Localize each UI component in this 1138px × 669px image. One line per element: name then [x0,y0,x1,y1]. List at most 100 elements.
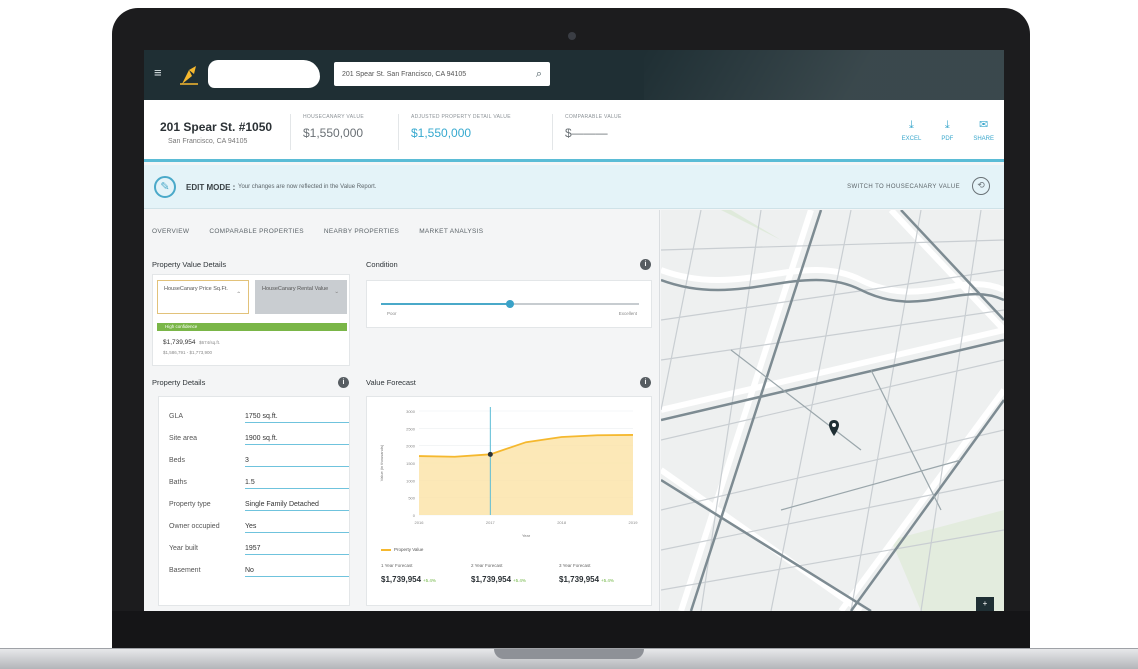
detail-row: GLA 1750 sq.ft. [169,409,349,425]
detail-key: Owner occupied [169,523,220,530]
detail-value[interactable]: Single Family Detached [245,501,349,511]
forecast-value: $1,739,954 +5.4% [471,575,526,584]
property-address: 201 Spear St. #1050 San Francisco, CA 94… [160,120,272,145]
x-tick-label: 2017 [486,520,496,525]
forecast-label: 3 Year Forecast [559,563,591,568]
metric-comparable-value: COMPARABLE VALUE $——— [552,114,622,150]
rental-value-select[interactable]: HouseCanary Rental Value ˇ [255,280,347,314]
street-map [661,210,1004,611]
metric-value: $——— [565,126,608,140]
property-header: 201 Spear St. #1050 San Francisco, CA 94… [144,100,1004,162]
forecast-amount: $1,739,954 [381,575,422,584]
search-icon[interactable]: ⌕ [536,68,542,81]
property-details-card: GLA 1750 sq.ft. Site area 1900 sq.ft. Beds… [158,396,350,606]
menu-icon[interactable]: ≡ [154,66,165,79]
map-control-button[interactable]: + [976,597,994,611]
y-tick-label: 1500 [406,461,416,466]
switch-icon[interactable]: ⟲ [972,177,990,195]
download-icon: ⤓ [944,119,950,131]
pdf-label: PDF [941,136,954,142]
detail-value[interactable]: No [245,567,349,577]
metric-label: COMPARABLE VALUE [565,114,622,120]
metric-value: $1,550,000 [303,126,364,140]
app-screen: ≡ 201 Spear St. San Francisco, CA 94105 … [144,50,1004,611]
location-pin-icon[interactable] [829,420,839,436]
search-input[interactable]: 201 Spear St. San Francisco, CA 94105 [342,71,536,78]
share-button[interactable]: ✉ SHARE [973,119,994,143]
estimated-value-amount: $1,739,954 [163,339,196,346]
excel-button[interactable]: ⤓ EXCEL [902,120,922,143]
mail-icon: ✉ [979,119,989,131]
legend-swatch [381,548,391,551]
y-tick-label: 500 [408,496,415,501]
metric-label: ADJUSTED PROPERTY DETAIL VALUE [411,114,511,120]
slider-handle[interactable] [506,300,514,308]
x-tick-label: 2018 [557,520,567,525]
camera-icon [568,32,576,40]
forecast-amount: $1,739,954 [471,575,512,584]
detail-value[interactable]: 3 [245,457,349,467]
laptop-bezel [112,611,1030,648]
detail-key: Property type [169,501,211,508]
pdf-button[interactable]: ⤓ PDF [941,119,954,143]
tab-market-analysis[interactable]: MARKET ANALYSIS [419,228,483,235]
x-tick-label: 2019 [629,520,639,525]
detail-key: Site area [169,435,198,442]
condition-low-label: Poor [387,311,397,316]
forecast-label: 1 Year Forecast [381,563,413,568]
y-tick-label: 0 [413,513,416,518]
detail-value[interactable]: 1.5 [245,479,349,489]
tab-nearby-properties[interactable]: NEARBY PROPERTIES [324,228,399,235]
series-point [487,451,493,457]
estimated-value-note: $674/sq.ft. [199,340,221,345]
slider-fill [381,303,510,305]
detail-row: Year built 1957 [169,541,349,557]
info-icon[interactable]: i [640,259,651,270]
switch-value-link[interactable]: SWITCH TO HOUSECANARY VALUE [847,184,960,190]
property-map[interactable]: + [661,210,1004,611]
info-icon[interactable]: i [338,377,349,388]
detail-key: Basement [169,567,201,574]
detail-row: Beds 3 [169,453,349,469]
info-icon[interactable]: i [640,377,651,388]
export-actions: ⤓ EXCEL ⤓ PDF ✉ SHARE [902,119,994,143]
report-pane: OVERVIEW COMPARABLE PROPERTIES NEARBY PR… [144,210,660,611]
search-box[interactable]: 201 Spear St. San Francisco, CA 94105 ⌕ [334,62,550,86]
metric-label: HOUSECANARY VALUE [303,114,364,120]
detail-value[interactable]: Yes [245,523,349,533]
value-forecast-card: 0 500 1000 1500 2000 2500 3000 2016 2017 2018 2019… [366,396,652,606]
tab-overview[interactable]: OVERVIEW [152,228,189,235]
metric-value: $1,550,000 [411,126,472,140]
detail-row: Owner occupied Yes [169,519,349,535]
forecast-chart: 0 500 1000 1500 2000 2500 3000 2016 2017 2018 2019… [379,407,639,538]
metric-adjusted-value[interactable]: ADJUSTED PROPERTY DETAIL VALUE $1,550,00… [398,114,511,150]
detail-value[interactable]: 1900 sq.ft. [245,435,349,445]
edit-mode-title: EDIT MODE : [186,183,236,192]
detail-key: GLA [169,413,184,420]
laptop-base [0,648,1138,669]
detail-row: Baths 1.5 [169,475,349,491]
detail-row: Site area 1900 sq.ft. [169,431,349,447]
x-axis-label: Year [522,533,531,538]
property-details-title: Property Details [152,378,206,387]
value-forecast-title: Value Forecast [366,378,416,387]
detail-value[interactable]: 1957 [245,545,349,555]
detail-value[interactable]: 1750 sq.ft. [245,413,349,423]
forecast-value: $1,739,954 +5.4% [381,575,436,584]
detail-row: Property type Single Family Detached [169,497,349,513]
estimated-value: $1,739,954 $674/sq.ft. [163,339,220,346]
select-label: HouseCanary Rental Value [262,286,329,292]
tab-comparable-properties[interactable]: COMPARABLE PROPERTIES [209,228,304,235]
y-axis-label: Value (in thousands) [379,444,384,481]
detail-row: Basement No [169,563,349,579]
pencil-icon: ✎ [154,176,176,198]
edit-mode-message: Your changes are now reflected in the Va… [238,184,377,190]
condition-high-label: Excellent [618,311,637,316]
edit-mode-bar: ✎ EDIT MODE : Your changes are now refle… [144,165,1004,209]
price-sqft-select[interactable]: HouseCanary Price Sq.Ft. ˆ [157,280,249,314]
condition-slider[interactable] [381,300,639,308]
property-value-details-card: HouseCanary Price Sq.Ft. ˆ HouseCanary R… [152,274,350,366]
report-tabs: OVERVIEW COMPARABLE PROPERTIES NEARBY PR… [152,228,483,235]
laptop-notch [494,649,644,659]
property-value-details-title: Property Value Details [152,260,227,269]
